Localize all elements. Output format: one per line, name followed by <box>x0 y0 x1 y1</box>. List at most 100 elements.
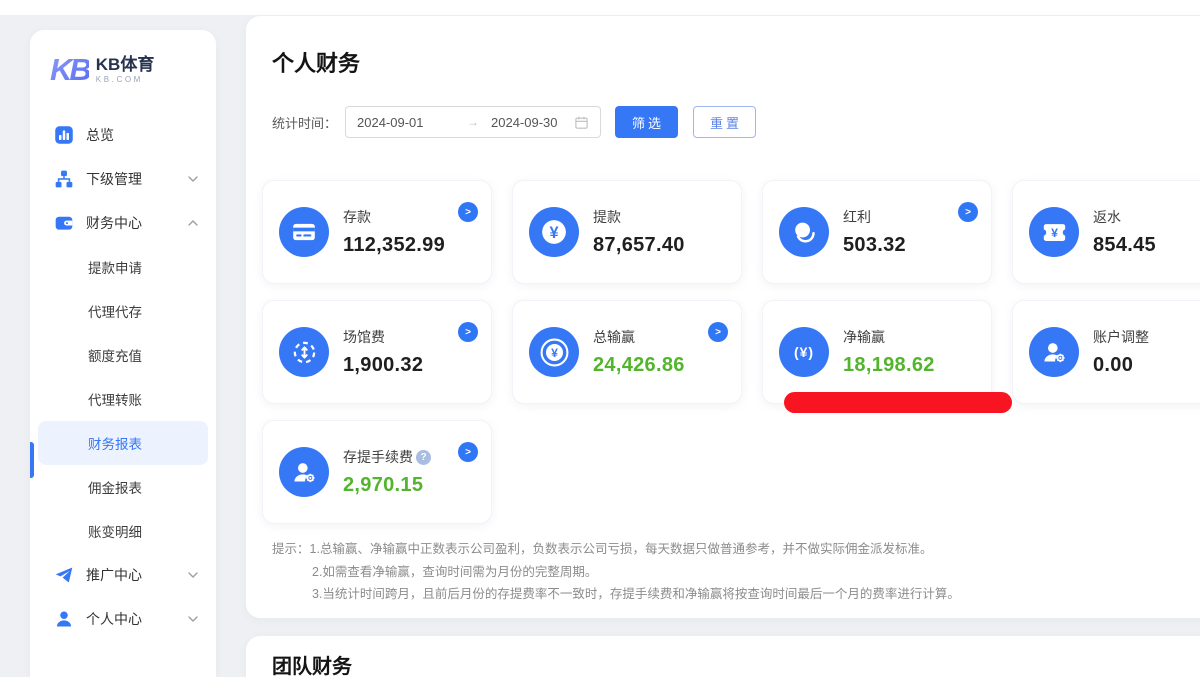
deposit-card-icon <box>279 207 329 257</box>
arrow-right-icon[interactable]: > <box>458 322 478 342</box>
red-highlight-marker <box>784 392 1012 413</box>
chevron-down-icon <box>188 616 198 622</box>
withdraw-yen-icon: ¥ <box>529 207 579 257</box>
stat-card-5: ¥ 总输赢 24,426.86 > <box>512 300 742 404</box>
sidebar-item-label: 佣金报表 <box>88 477 142 497</box>
sidebar-item-label: 财务中心 <box>86 213 142 233</box>
kb-logo-icon: KB <box>50 54 89 85</box>
brand-logo[interactable]: KB KB体育 KB.COM <box>30 30 216 85</box>
note-line-3: 3.当统计时间跨月，且前后月份的存提费率不一致时，存提手续费和净输赢将按查询时间… <box>312 583 960 606</box>
stat-card-value: 18,198.62 <box>843 354 935 377</box>
stat-card-value: 87,657.40 <box>593 234 685 257</box>
date-filter-label: 统计时间： <box>272 113 337 132</box>
stat-card-0: 存款 112,352.99 > <box>262 180 492 284</box>
team-finance-title: 团队财务 <box>272 650 352 677</box>
stat-card-value: 24,426.86 <box>593 354 685 377</box>
finance-wallet-icon <box>54 213 74 233</box>
sidebar-item-label: 提款申请 <box>88 257 142 277</box>
stat-card-label: 红利 <box>843 207 871 227</box>
note-line-2: 2.如需查看净输赢，查询时间需为月份的完整周期。 <box>312 561 960 584</box>
note-line-1: 1.总输赢、净输赢中正数表示公司盈利，负数表示公司亏损，每天数据只做普通参考，并… <box>310 538 933 561</box>
start-date-value[interactable]: 2024-09-01 <box>357 115 461 130</box>
stat-cards-grid: 存款112,352.99>¥提款87,657.40红利503.32>¥返水854… <box>262 180 1200 524</box>
stat-card-value: 2,970.15 <box>343 474 431 497</box>
sidebar-item-label: 财务报表 <box>88 433 142 453</box>
stat-card-label: 提款 <box>593 207 621 227</box>
stat-card-value: 0.00 <box>1093 354 1149 377</box>
stat-card-8: 存提手续费? 2,970.15 > <box>262 420 492 524</box>
stat-card-label: 场馆费 <box>343 327 385 347</box>
stat-card-label: 账户调整 <box>1093 327 1149 347</box>
stat-card-label: 存提手续费 <box>343 447 413 467</box>
stat-card-label: 返水 <box>1093 207 1121 227</box>
stat-card-3: ¥返水854.45 <box>1012 180 1200 284</box>
stat-card-label: 存款 <box>343 207 371 227</box>
personal-user-icon <box>54 609 74 629</box>
svg-text:¥: ¥ <box>549 224 558 242</box>
stat-card-7: 账户调整 0.00 <box>1012 300 1200 404</box>
sidebar-item-label: 账变明细 <box>88 521 142 541</box>
filter-row: 统计时间： 2024-09-01 → 2024-09-30 筛选 重置 <box>272 106 756 138</box>
venue-fee-exchange-icon <box>279 327 329 377</box>
overview-chart-icon <box>54 125 74 145</box>
page-top-strip <box>0 0 1200 15</box>
sidebar-item-6[interactable]: 代理转账 <box>30 377 216 421</box>
sidebar-item-label: 下级管理 <box>86 169 142 189</box>
svg-text:¥: ¥ <box>1051 226 1058 240</box>
date-range-input[interactable]: 2024-09-01 → 2024-09-30 <box>345 106 601 138</box>
stat-card-6: (¥) 净输赢 18,198.62 <box>762 300 992 404</box>
sidebar-item-2[interactable]: 财务中心 <box>30 201 216 245</box>
sidebar-item-0[interactable]: 总览 <box>30 113 216 157</box>
end-date-value[interactable]: 2024-09-30 <box>491 115 558 130</box>
personal-finance-panel: 个人财务 统计时间： 2024-09-01 → 2024-09-30 筛选 重置… <box>246 16 1200 618</box>
stat-card-label: 总输赢 <box>593 327 635 347</box>
stat-card-value: 1,900.32 <box>343 354 423 377</box>
sidebar-menu: 总览下级管理财务中心提款申请代理代存额度充值代理转账财务报表佣金报表账变明细推广… <box>30 113 216 641</box>
stat-card-value: 503.32 <box>843 234 906 257</box>
sidebar-item-9[interactable]: 账变明细 <box>30 509 216 553</box>
brand-domain: KB.COM <box>96 75 155 84</box>
reset-button[interactable]: 重置 <box>693 106 756 138</box>
calendar-icon[interactable] <box>574 115 589 130</box>
stat-card-4: 场馆费 1,900.32 > <box>262 300 492 404</box>
range-arrow-icon: → <box>461 115 485 129</box>
sidebar-item-3[interactable]: 提款申请 <box>30 245 216 289</box>
arrow-right-icon[interactable]: > <box>458 202 478 222</box>
account-adjust-user-gear-icon <box>1029 327 1079 377</box>
svg-text:¥: ¥ <box>551 346 558 360</box>
bonus-coins-icon <box>779 207 829 257</box>
sidebar-item-label: 个人中心 <box>86 609 142 629</box>
sidebar-item-5[interactable]: 额度充值 <box>30 333 216 377</box>
help-icon[interactable]: ? <box>416 450 431 465</box>
sidebar-item-11[interactable]: 个人中心 <box>30 597 216 641</box>
notes-prefix: 提示： <box>272 538 310 561</box>
sidebar-item-4[interactable]: 代理代存 <box>30 289 216 333</box>
chevron-down-icon <box>188 176 198 182</box>
sidebar-item-label: 推广中心 <box>86 565 142 585</box>
stat-card-2: 红利 503.32 > <box>762 180 992 284</box>
filter-button[interactable]: 筛选 <box>615 106 678 138</box>
team-finance-panel: 团队财务 <box>246 636 1200 677</box>
total-winloss-coin-icon: ¥ <box>529 327 579 377</box>
brand-name: KB体育 <box>96 55 155 75</box>
sidebar-item-8[interactable]: 佣金报表 <box>30 465 216 509</box>
chevron-up-icon <box>188 220 198 226</box>
sidebar-item-10[interactable]: 推广中心 <box>30 553 216 597</box>
chevron-down-icon <box>188 572 198 578</box>
sidebar-item-7[interactable]: 财务报表 <box>38 421 208 465</box>
active-item-indicator <box>30 442 34 478</box>
promotion-plane-icon <box>54 565 74 585</box>
subordinate-org-icon <box>54 169 74 189</box>
stat-card-label: 净输赢 <box>843 327 885 347</box>
stat-card-value: 112,352.99 <box>343 234 445 257</box>
fee-user-gear-icon <box>279 447 329 497</box>
arrow-right-icon[interactable]: > <box>708 322 728 342</box>
sidebar-item-label: 额度充值 <box>88 345 142 365</box>
sidebar-item-label: 代理转账 <box>88 389 142 409</box>
rebate-ticket-icon: ¥ <box>1029 207 1079 257</box>
notes: 提示： 1.总输赢、净输赢中正数表示公司盈利，负数表示公司亏损，每天数据只做普通… <box>272 538 960 606</box>
net-winloss-yen-icon: (¥) <box>779 327 829 377</box>
sidebar-item-1[interactable]: 下级管理 <box>30 157 216 201</box>
arrow-right-icon[interactable]: > <box>458 442 478 462</box>
arrow-right-icon[interactable]: > <box>958 202 978 222</box>
